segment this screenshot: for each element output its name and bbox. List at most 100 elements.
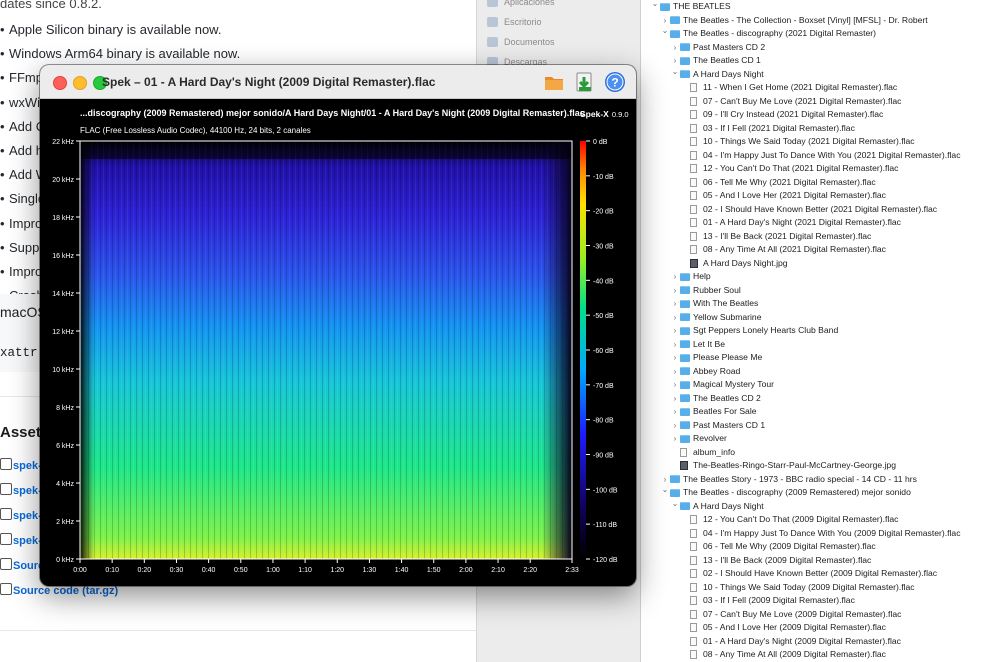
file-row[interactable]: 02 - I Should Have Known Better (2009 Di… [641,567,1000,581]
folder-row[interactable]: ⌄ THE BEATLES [641,0,1000,14]
folder-icon [670,29,680,38]
file-row[interactable]: 06 - Tell Me Why (2021 Digital Remaster)… [641,176,1000,190]
folder-row[interactable]: ⌄ The Beatles - discography (2009 Remaste… [641,483,1000,500]
folder-row[interactable]: › Magical Mystery Tour [641,378,1000,392]
folder-row[interactable]: › The Beatles - The Collection - Boxset [… [641,14,1000,28]
file-row[interactable]: 06 - Tell Me Why (2009 Digital Remaster)… [641,540,1000,554]
file-row[interactable]: 10 - Things We Said Today (2009 Digital … [641,581,1000,595]
folder-row[interactable]: › With The Beatles [641,297,1000,311]
item-label: The-Beatles-Ringo-Starr-Paul-McCartney-G… [693,460,896,470]
folder-row[interactable]: › The Beatles Story - 1973 - BBC radio sp… [641,473,1000,487]
folder-row[interactable]: › Help [641,270,1000,284]
item-label: The Beatles CD 1 [693,55,761,65]
file-row[interactable]: 02 - I Should Have Known Better (2021 Di… [641,203,1000,217]
chevron-right-icon[interactable]: › [671,311,679,325]
chevron-right-icon[interactable]: › [671,284,679,298]
file-row[interactable]: 01 - A Hard Day's Night (2009 Digital Re… [641,635,1000,649]
file-row[interactable]: 09 - I'll Cry Instead (2021 Digital Rema… [641,108,1000,122]
file-row[interactable]: album_info [641,446,1000,460]
folder-row[interactable]: › Please Please Me [641,351,1000,365]
file-row[interactable]: 04 - I'm Happy Just To Dance With You (2… [641,527,1000,541]
chevron-right-icon[interactable]: › [671,365,679,379]
chevron-down-icon[interactable]: ⌄ [671,497,679,511]
file-icon [690,164,697,173]
folder-row[interactable]: › Beatles For Sale [641,405,1000,419]
folder-row[interactable]: › Past Masters CD 2 [641,41,1000,55]
chevron-down-icon[interactable]: ⌄ [661,483,669,497]
file-row[interactable]: 11 - When I Get Home (2021 Digital Remas… [641,81,1000,95]
folder-row[interactable]: › Past Masters CD 1 [641,419,1000,433]
folder-icon [680,272,690,281]
chevron-down-icon[interactable]: ⌄ [651,0,659,11]
chevron-right-icon[interactable]: › [671,419,679,433]
file-icon [690,569,697,578]
chevron-right-icon[interactable]: › [671,392,679,406]
folder-icon [680,326,690,335]
file-row[interactable]: 08 - Any Time At All (2009 Digital Remas… [641,648,1000,662]
folder-row[interactable]: › Let It Be [641,338,1000,352]
file-row[interactable]: 07 - Can't Buy Me Love (2021 Digital Rem… [641,95,1000,109]
folder-row[interactable]: ⌄ A Hard Days Night [641,497,1000,514]
item-label: The Beatles CD 2 [693,392,761,403]
file-row[interactable]: The-Beatles-Ringo-Starr-Paul-McCartney-G… [641,459,1000,473]
folder-row[interactable]: › The Beatles CD 2 [641,392,1000,406]
folder-row[interactable]: › Abbey Road [641,365,1000,379]
file-row[interactable]: 03 - If I Fell (2009 Digital Remaster).f… [641,594,1000,608]
file-row[interactable]: 05 - And I Love Her (2009 Digital Remast… [641,621,1000,635]
folder-row[interactable]: ⌄ A Hard Days Night [641,65,1000,82]
folder-row[interactable]: › Revolver [641,432,1000,446]
item-label: 07 - Can't Buy Me Love (2021 Digital Rem… [703,95,902,106]
file-row[interactable]: 01 - A Hard Day's Night (2021 Digital Re… [641,216,1000,230]
chevron-right-icon[interactable]: › [671,338,679,352]
file-row[interactable]: 04 - I'm Happy Just To Dance With You (2… [641,149,1000,163]
folder-row[interactable]: › The Beatles CD 1 [641,54,1000,68]
item-label: The Beatles - discography (2009 Remaster… [683,487,911,497]
y-tick-label: 14 kHz [52,291,74,298]
file-icon [690,542,697,551]
colorbar-tick-label: -50 dB [593,313,614,320]
item-label: 02 - I Should Have Known Better (2021 Di… [703,203,938,214]
file-row[interactable]: 12 - You Can't Do That (2009 Digital Rem… [641,513,1000,527]
spek-window: Spek – 01 - A Hard Day's Night (2009 Dig… [40,65,636,586]
file-icon [690,137,697,146]
chevron-right-icon[interactable]: › [671,405,679,419]
chevron-right-icon[interactable]: › [671,351,679,365]
item-label: 07 - Can't Buy Me Love (2009 Digital Rem… [703,608,902,619]
colorbar-tick-label: -80 dB [593,418,614,425]
item-label: Abbey Road [693,365,741,376]
sidebar-item[interactable]: Escritorio [477,12,640,32]
chevron-down-icon[interactable]: ⌄ [661,24,669,38]
file-row[interactable]: 07 - Can't Buy Me Love (2009 Digital Rem… [641,608,1000,622]
file-row[interactable]: 13 - I'll Be Back (2021 Digital Remaster… [641,230,1000,244]
chevron-right-icon[interactable]: › [671,297,679,311]
item-label: 04 - I'm Happy Just To Dance With You (2… [703,149,961,160]
chevron-right-icon[interactable]: › [671,270,679,284]
sidebar-item[interactable]: Documentos [477,32,640,52]
file-icon [690,96,697,106]
file-row[interactable]: A Hard Days Night.jpg [641,257,1000,271]
file-row[interactable]: 05 - And I Love Her (2021 Digital Remast… [641,189,1000,203]
chevron-right-icon[interactable]: › [671,324,679,338]
item-label: THE BEATLES [673,1,731,11]
file-row[interactable]: 03 - If I Fell (2021 Digital Remaster).f… [641,122,1000,136]
folder-row[interactable]: ⌄ The Beatles - discography (2021 Digital… [641,24,1000,41]
chevron-right-icon[interactable]: › [671,41,679,55]
chevron-down-icon[interactable]: ⌄ [671,65,679,79]
colorbar-tick-label: -100 dB [593,487,618,494]
chevron-right-icon[interactable]: › [671,432,679,446]
file-row[interactable]: 13 - I'll Be Back (2009 Digital Remaster… [641,554,1000,568]
file-row[interactable]: 12 - You Can't Do That (2021 Digital Rem… [641,162,1000,176]
file-row[interactable]: 10 - Things We Said Today (2021 Digital … [641,135,1000,149]
folder-row[interactable]: › Yellow Submarine [641,311,1000,325]
y-tick-label: 8 kHz [56,405,74,412]
colorbar-tick-label: -40 dB [593,278,614,285]
lowpass-band [80,141,572,159]
folder-row[interactable]: › Sgt Peppers Lonely Hearts Club Band [641,324,1000,338]
file-row[interactable]: 08 - Any Time At All (2021 Digital Remas… [641,243,1000,257]
track-end-fade [542,141,572,559]
folder-row[interactable]: › Rubber Soul [641,284,1000,298]
x-tick-label: 1:30 [363,567,377,574]
folder-icon [680,43,690,51]
sidebar-item[interactable]: Aplicaciones [477,0,640,12]
chevron-right-icon[interactable]: › [671,378,679,392]
